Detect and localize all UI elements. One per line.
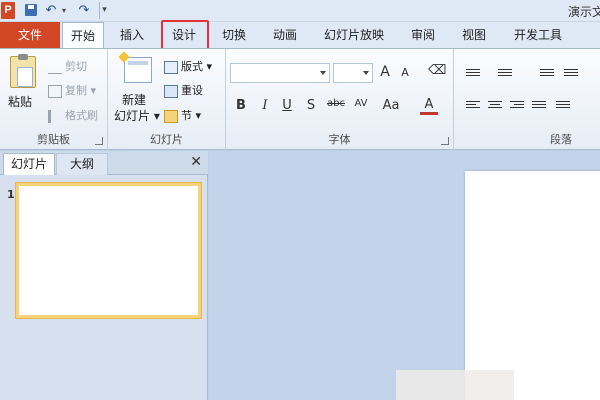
layout-icon bbox=[164, 60, 178, 74]
bullets-icon[interactable] bbox=[466, 69, 480, 81]
font-size-combo[interactable] bbox=[333, 63, 373, 83]
copy-icon bbox=[48, 84, 62, 98]
customize-quick-access-icon[interactable]: ▾ bbox=[99, 2, 107, 19]
format-painter-button[interactable]: 格式刷 bbox=[48, 107, 98, 123]
new-slide-icon[interactable] bbox=[124, 57, 152, 83]
paragraph-group: 段落 bbox=[454, 49, 600, 150]
document-title: 演示文 bbox=[568, 5, 600, 19]
distributed-icon[interactable] bbox=[556, 101, 570, 113]
numbering-icon[interactable] bbox=[498, 69, 512, 81]
clear-formatting-icon[interactable]: ⌫ bbox=[428, 63, 446, 78]
paste-button[interactable]: 粘贴 bbox=[8, 93, 32, 110]
scissors-icon bbox=[48, 61, 62, 74]
tab-file[interactable]: 文件 bbox=[0, 22, 60, 48]
ribbon: 粘贴 剪切 复制 ▾ 格式刷 剪贴板 幻灯片 新建 幻灯片 ▾ 版式 ▾ 重设 … bbox=[0, 48, 600, 150]
section-icon bbox=[164, 109, 178, 123]
slide-number: 1 bbox=[7, 188, 15, 201]
copy-button[interactable]: 复制 ▾ bbox=[48, 82, 96, 98]
text-shadow-button[interactable]: S bbox=[302, 98, 320, 113]
chevron-down-icon bbox=[320, 71, 326, 75]
clipboard-group: 粘贴 剪切 复制 ▾ 格式刷 剪贴板 bbox=[0, 49, 108, 150]
font-name-combo[interactable] bbox=[230, 63, 330, 83]
tab-animations[interactable]: 动画 bbox=[265, 22, 305, 48]
slide-thumbnail-pane: 幻灯片 大纲 ✕ 1 bbox=[0, 151, 208, 400]
font-color-button[interactable]: A bbox=[420, 97, 438, 115]
align-center-icon[interactable] bbox=[488, 101, 502, 113]
grow-font-button[interactable]: A bbox=[376, 64, 394, 80]
slide-editing-area bbox=[209, 151, 600, 400]
slide-canvas[interactable] bbox=[465, 171, 600, 400]
reset-button[interactable]: 重设 bbox=[164, 82, 203, 98]
slide-thumbnail[interactable] bbox=[16, 183, 201, 318]
align-right-icon[interactable] bbox=[510, 101, 524, 113]
tab-outline[interactable]: 大纲 bbox=[56, 153, 108, 175]
redo-icon[interactable]: ↷ bbox=[77, 2, 91, 19]
new-slide-button-line2[interactable]: 幻灯片 ▾ bbox=[114, 107, 160, 124]
decrease-indent-icon[interactable] bbox=[540, 69, 554, 81]
justify-icon[interactable] bbox=[532, 101, 546, 113]
bold-button[interactable]: B bbox=[232, 98, 250, 113]
strikethrough-button[interactable]: abc bbox=[324, 98, 348, 109]
brush-icon bbox=[48, 109, 62, 123]
undo-dropdown-icon[interactable]: ▾ bbox=[60, 2, 68, 19]
italic-button[interactable]: I bbox=[256, 98, 274, 113]
change-case-button[interactable]: Aa bbox=[380, 98, 402, 113]
tab-slideshow[interactable]: 幻灯片放映 bbox=[318, 22, 390, 48]
save-icon[interactable] bbox=[24, 2, 38, 19]
tab-transitions[interactable]: 切换 bbox=[214, 22, 254, 48]
cut-button[interactable]: 剪切 bbox=[48, 58, 87, 74]
tab-insert[interactable]: 插入 bbox=[112, 22, 152, 48]
undo-icon[interactable]: ↶ bbox=[44, 2, 58, 19]
underline-button[interactable]: U bbox=[278, 98, 296, 113]
increase-indent-icon[interactable] bbox=[564, 69, 578, 81]
clipboard-launcher-icon[interactable] bbox=[95, 137, 103, 145]
title-bar: P ↶ ▾ ↷ ▾ 演示文 bbox=[0, 0, 600, 22]
tab-slides[interactable]: 幻灯片 bbox=[3, 153, 55, 175]
shrink-font-button[interactable]: A bbox=[396, 66, 414, 79]
paste-icon[interactable] bbox=[10, 54, 36, 88]
close-icon[interactable]: ✕ bbox=[190, 154, 202, 170]
tab-home[interactable]: 开始 bbox=[62, 22, 104, 49]
layout-button[interactable]: 版式 ▾ bbox=[164, 58, 212, 74]
slides-group-label: 幻灯片 bbox=[150, 133, 183, 146]
font-group-label: 字体 bbox=[328, 133, 351, 146]
tab-view[interactable]: 视图 bbox=[454, 22, 494, 48]
clipboard-group-label: 剪贴板 bbox=[37, 133, 70, 146]
chevron-down-icon bbox=[363, 71, 369, 75]
pane-tabs: 幻灯片 大纲 ✕ bbox=[0, 151, 208, 175]
new-slide-button-line1[interactable]: 新建 bbox=[122, 91, 146, 108]
blurred-region bbox=[396, 370, 514, 400]
tab-developer[interactable]: 开发工具 bbox=[506, 22, 570, 48]
font-launcher-icon[interactable] bbox=[441, 137, 449, 145]
reset-icon bbox=[164, 84, 178, 98]
paragraph-group-label: 段落 bbox=[550, 133, 572, 146]
align-left-icon[interactable] bbox=[466, 101, 480, 113]
ribbon-tab-row: 文件 开始 插入 设计 切换 动画 幻灯片放映 审阅 视图 开发工具 bbox=[0, 22, 600, 49]
section-button[interactable]: 节 ▾ bbox=[164, 107, 201, 123]
character-spacing-button[interactable]: AV bbox=[350, 98, 372, 109]
tab-review[interactable]: 审阅 bbox=[403, 22, 443, 48]
powerpoint-app-icon[interactable]: P bbox=[1, 2, 15, 19]
